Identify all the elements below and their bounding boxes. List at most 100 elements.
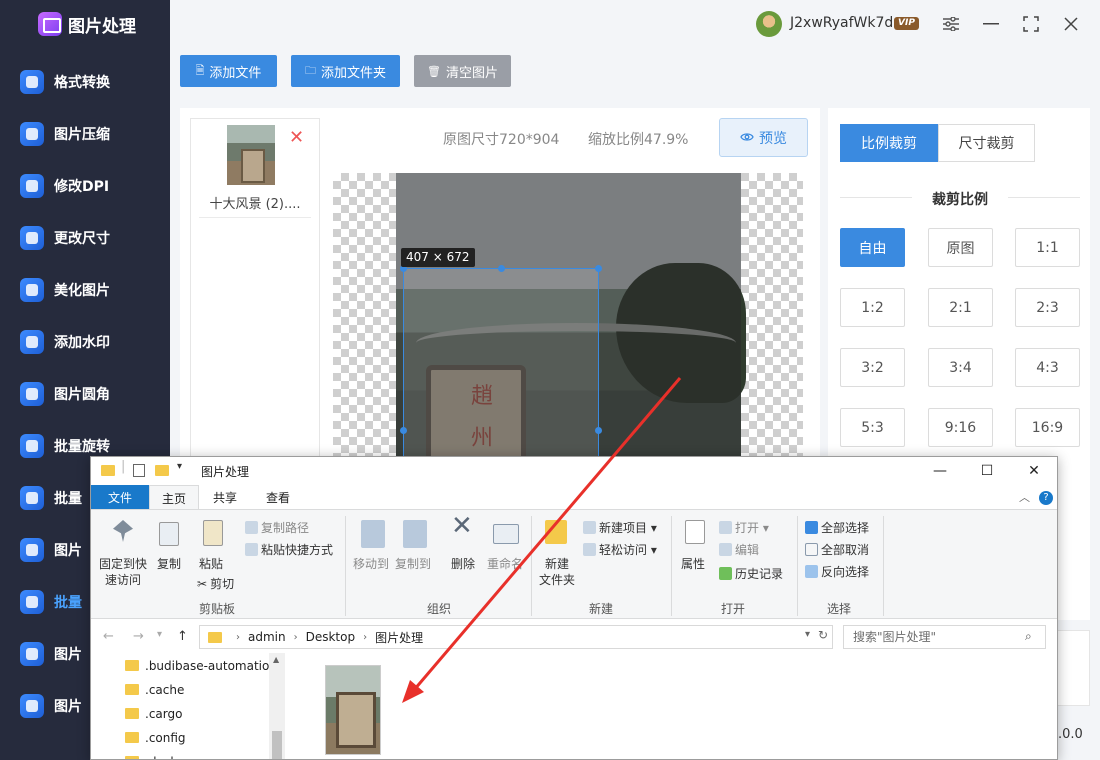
- tree-item[interactable]: .budibase-automation: [125, 659, 277, 673]
- sidebar-item-1[interactable]: 格式转换: [0, 62, 170, 102]
- forward-icon[interactable]: →: [133, 629, 144, 644]
- ratio-option[interactable]: 2:1: [928, 288, 993, 327]
- ratio-option[interactable]: 原图: [928, 228, 993, 267]
- new-item-button[interactable]: 新建项目 ▾: [583, 520, 657, 536]
- add-folder-button[interactable]: 🗀 添加文件夹: [291, 55, 400, 87]
- open-icon: [719, 521, 732, 534]
- copy-button[interactable]: 复制: [157, 556, 181, 572]
- rename-button[interactable]: 重命名: [487, 556, 523, 572]
- properties-quick-icon[interactable]: [133, 464, 145, 477]
- sidebar-item-6[interactable]: 添加水印: [0, 322, 170, 362]
- add-file-button[interactable]: 🗎 添加文件: [180, 55, 277, 87]
- breadcrumb-desktop[interactable]: Desktop: [306, 630, 356, 644]
- crop-ratio-title: 裁剪比例: [932, 192, 988, 208]
- settings-icon[interactable]: [938, 11, 964, 37]
- close-icon[interactable]: [1058, 11, 1084, 37]
- pin-to-quick-access-button[interactable]: 固定到快 速访问: [99, 556, 147, 588]
- crop-handle-bl[interactable]: [400, 427, 407, 434]
- tab-view[interactable]: 查看: [266, 489, 290, 506]
- copy-to-button[interactable]: 复制到: [395, 556, 431, 572]
- tab-ratio-crop[interactable]: 比例裁剪: [840, 124, 938, 162]
- move-to-button[interactable]: 移动到: [353, 556, 389, 572]
- tree-item[interactable]: .config: [125, 731, 186, 745]
- new-folder-button[interactable]: 新建 文件夹: [537, 556, 577, 588]
- ratio-option[interactable]: 4:3: [1015, 348, 1080, 387]
- paste-shortcut-button[interactable]: 粘贴快捷方式: [245, 542, 333, 558]
- select-all-button[interactable]: 全部选择: [805, 520, 869, 536]
- maximize-icon[interactable]: [1018, 11, 1044, 37]
- help-icon[interactable]: ?: [1039, 491, 1053, 505]
- minimize-icon[interactable]: —: [925, 461, 955, 481]
- ratio-option[interactable]: 3:4: [928, 348, 993, 387]
- tree-item[interactable]: .cache: [125, 683, 184, 697]
- tab-share[interactable]: 共享: [213, 489, 237, 506]
- select-all-icon: [805, 521, 818, 534]
- address-bar[interactable]: › admin › Desktop › 图片处理 ▾ ↻: [199, 625, 833, 649]
- tree-item[interactable]: .cargo: [125, 707, 182, 721]
- sidebar-item-7[interactable]: 图片圆角: [0, 374, 170, 414]
- history-button[interactable]: 历史记录: [719, 566, 783, 582]
- scroll-thumb[interactable]: [272, 731, 282, 759]
- sidebar-item-2[interactable]: 图片压缩: [0, 114, 170, 154]
- tree-scrollbar[interactable]: ▲: [269, 653, 285, 759]
- close-icon[interactable]: ✕: [1019, 461, 1049, 481]
- breadcrumb-admin[interactable]: admin: [248, 630, 286, 644]
- open-button[interactable]: 打开 ▾: [719, 520, 769, 536]
- edit-button[interactable]: 编辑: [719, 542, 759, 558]
- organize-group-label: 组织: [427, 602, 452, 616]
- invert-selection-button[interactable]: 反向选择: [805, 564, 869, 580]
- clipboard-group-label: 剪贴板: [199, 602, 236, 616]
- crop-handle-br[interactable]: [595, 427, 602, 434]
- search-input[interactable]: 搜索"图片处理": [843, 625, 1046, 649]
- properties-button[interactable]: 属性: [681, 556, 705, 572]
- chevron-up-icon[interactable]: ︿: [1019, 489, 1030, 505]
- ratio-option[interactable]: 自由: [840, 228, 905, 267]
- sidebar-item-4[interactable]: 更改尺寸: [0, 218, 170, 258]
- breadcrumb-current[interactable]: 图片处理: [375, 629, 423, 646]
- preview-button[interactable]: 预览: [719, 118, 808, 157]
- up-icon[interactable]: ↑: [177, 629, 188, 644]
- select-none-button[interactable]: 全部取消: [805, 542, 869, 558]
- image-icon: [20, 538, 44, 562]
- file-thumbnail[interactable]: [227, 125, 275, 185]
- tab-file[interactable]: 文件: [91, 485, 149, 509]
- ratio-option[interactable]: 16:9: [1015, 408, 1080, 447]
- sidebar-item-5[interactable]: 美化图片: [0, 270, 170, 310]
- cut-button[interactable]: ✂ 剪切: [197, 576, 234, 592]
- tab-home[interactable]: 主页: [149, 485, 199, 510]
- format-convert-icon: [20, 70, 44, 94]
- copy-path-button[interactable]: 复制路径: [245, 520, 309, 536]
- clear-images-button[interactable]: 🗑 清空图片: [414, 55, 511, 87]
- new-folder-quick-icon[interactable]: [155, 465, 169, 476]
- tree-item[interactable]: .dock: [125, 755, 177, 759]
- chevron-down-icon[interactable]: ▾: [805, 629, 810, 640]
- easy-access-button[interactable]: 轻松访问 ▾: [583, 542, 657, 558]
- ratio-option[interactable]: 9:16: [928, 408, 993, 447]
- watermark-icon: [20, 330, 44, 354]
- recent-chevron-icon[interactable]: ▾: [157, 629, 162, 640]
- crop-handle-t[interactable]: [498, 265, 505, 272]
- username[interactable]: J2xwRyafWk7d: [790, 15, 893, 31]
- new-group-label: 新建: [589, 602, 614, 616]
- minimize-icon[interactable]: [978, 11, 1004, 37]
- ratio-option[interactable]: 3:2: [840, 348, 905, 387]
- sidebar-item-3[interactable]: 修改DPI: [0, 166, 170, 206]
- refresh-icon[interactable]: ↻: [818, 628, 828, 642]
- tab-size-crop[interactable]: 尺寸裁剪: [938, 124, 1035, 162]
- maximize-icon[interactable]: ☐: [972, 461, 1002, 481]
- paste-button[interactable]: 粘贴: [199, 556, 223, 572]
- ratio-option[interactable]: 1:1: [1015, 228, 1080, 267]
- avatar[interactable]: [756, 11, 782, 37]
- remove-file-icon[interactable]: ✕: [289, 127, 304, 148]
- crop-icon: [20, 590, 44, 614]
- chevron-down-icon[interactable]: ▾: [177, 461, 182, 472]
- ratio-option[interactable]: 1:2: [840, 288, 905, 327]
- crop-selection[interactable]: [403, 268, 599, 463]
- file-item-thumbnail[interactable]: [325, 665, 381, 755]
- crop-handle-tr[interactable]: [595, 265, 602, 272]
- back-icon[interactable]: ←: [103, 629, 114, 644]
- scroll-up-icon[interactable]: ▲: [273, 655, 279, 664]
- delete-button[interactable]: 删除: [451, 556, 475, 572]
- ratio-option[interactable]: 5:3: [840, 408, 905, 447]
- ratio-option[interactable]: 2:3: [1015, 288, 1080, 327]
